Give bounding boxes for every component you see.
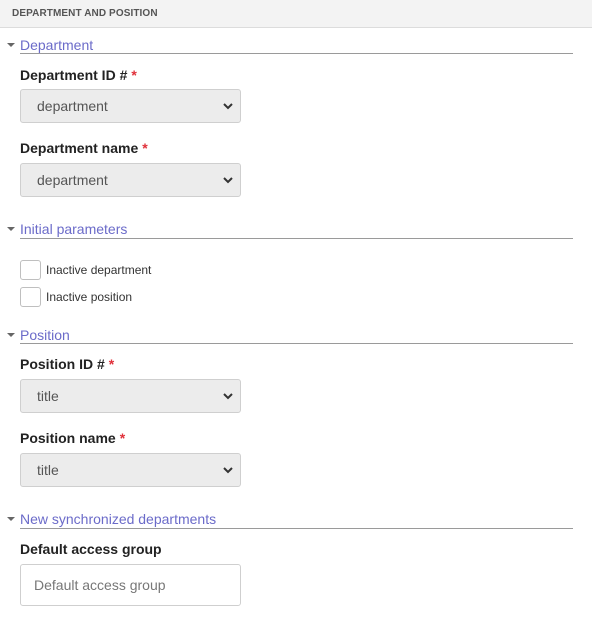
select-value: department	[37, 172, 108, 188]
position-id-label: Position ID # *	[20, 356, 114, 372]
section-divider	[20, 528, 573, 529]
label-text: Department ID #	[20, 67, 128, 83]
required-mark: *	[131, 67, 137, 83]
inactive-position-checkbox[interactable]	[20, 287, 41, 307]
chevron-down-icon	[223, 103, 233, 110]
required-mark: *	[142, 140, 148, 156]
input-placeholder: Default access group	[34, 577, 166, 593]
label-text: Position ID #	[20, 356, 105, 372]
chevron-down-icon	[223, 467, 233, 474]
checkbox-label[interactable]: Inactive position	[46, 290, 132, 304]
department-id-select[interactable]: department	[20, 89, 241, 123]
default-access-group-label: Default access group	[20, 541, 162, 557]
department-name-label: Department name *	[20, 140, 148, 156]
inactive-department-checkbox-row[interactable]: Inactive department	[20, 260, 151, 280]
caret-down-icon[interactable]	[7, 333, 15, 337]
department-name-select[interactable]: department	[20, 163, 241, 197]
label-text: Default access group	[20, 541, 162, 557]
section-divider	[20, 53, 573, 54]
caret-down-icon[interactable]	[7, 517, 15, 521]
section-divider	[20, 343, 573, 344]
select-value: title	[37, 462, 59, 478]
chevron-down-icon	[223, 393, 233, 400]
default-access-group-input[interactable]: Default access group	[20, 564, 241, 606]
inactive-department-checkbox[interactable]	[20, 260, 41, 280]
section-divider	[20, 238, 573, 239]
department-id-label: Department ID # *	[20, 67, 137, 83]
required-mark: *	[108, 356, 115, 372]
label-text: Position name	[20, 430, 116, 446]
panel-header: DEPARTMENT AND POSITION	[0, 0, 592, 28]
section-title-position[interactable]: Position	[20, 327, 70, 343]
caret-down-icon[interactable]	[7, 43, 15, 47]
chevron-down-icon	[223, 177, 233, 184]
position-id-select[interactable]: title	[20, 379, 241, 413]
section-title-initial-parameters[interactable]: Initial parameters	[20, 221, 127, 237]
caret-down-icon[interactable]	[7, 227, 15, 231]
select-value: title	[37, 388, 59, 404]
label-text: Department name	[20, 140, 139, 156]
position-name-select[interactable]: title	[20, 453, 241, 487]
checkbox-label[interactable]: Inactive department	[46, 263, 151, 277]
panel-title: DEPARTMENT AND POSITION	[12, 8, 158, 19]
section-title-department[interactable]: Department	[20, 37, 93, 53]
inactive-position-checkbox-row[interactable]: Inactive position	[20, 287, 132, 307]
position-name-label: Position name *	[20, 430, 125, 446]
select-value: department	[37, 98, 108, 114]
section-title-new-synchronized-departments[interactable]: New synchronized departments	[20, 511, 216, 527]
required-mark: *	[119, 430, 126, 446]
